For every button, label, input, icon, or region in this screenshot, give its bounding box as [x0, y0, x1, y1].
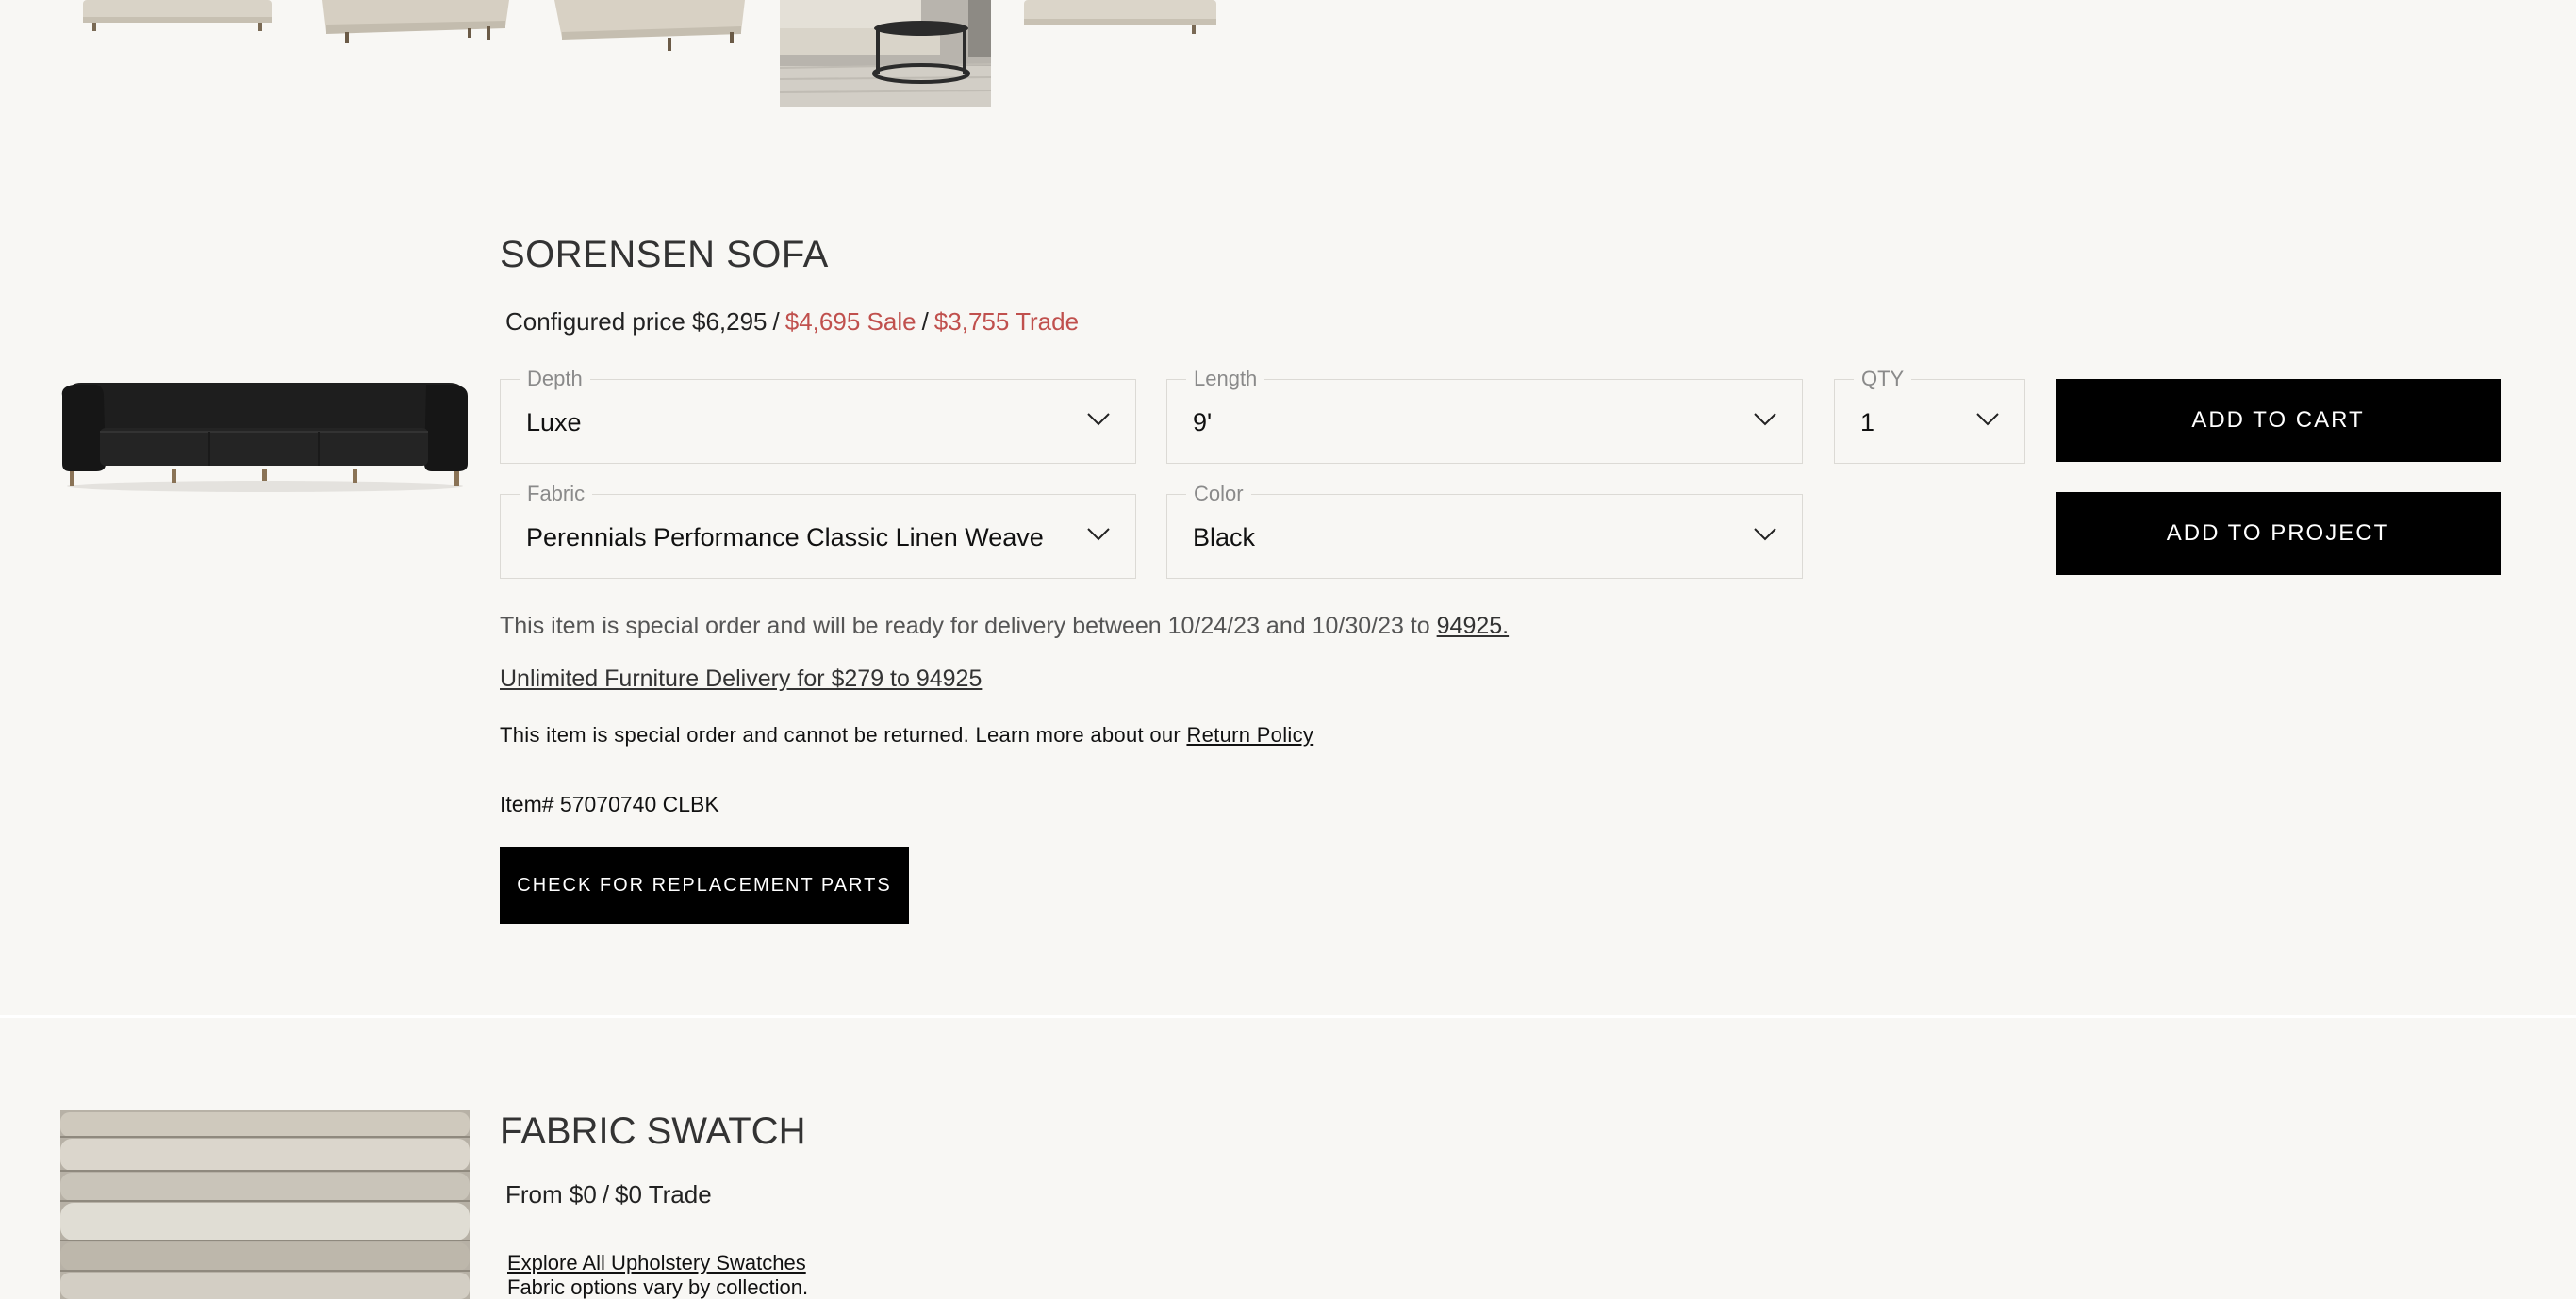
explore-swatches-link[interactable]: Explore All Upholstery Swatches	[507, 1251, 806, 1275]
thumbnail-sofa-back[interactable]	[1018, 0, 1222, 38]
chevron-down-icon	[1753, 412, 1777, 432]
length-label: Length	[1186, 367, 1265, 391]
returns-text: This item is special order and cannot be…	[500, 723, 1181, 747]
color-label: Color	[1186, 482, 1251, 506]
price-separator: /	[921, 307, 929, 336]
add-to-cart-button[interactable]: ADD TO CART	[2056, 379, 2501, 462]
add-to-project-button[interactable]: ADD TO PROJECT	[2056, 492, 2501, 575]
thumbnail-sofa-side[interactable]	[551, 0, 749, 53]
depth-select[interactable]: Depth Luxe	[500, 367, 1136, 464]
section-divider	[0, 1015, 2576, 1018]
sofa-image	[58, 377, 471, 501]
product-page: SORENSEN SOFA Configured price $6,295/$4…	[0, 0, 2576, 1299]
chevron-down-icon	[1753, 527, 1777, 547]
delivery-text: This item is special order and will be r…	[500, 613, 1430, 639]
delivery-info: This item is special order and will be r…	[500, 613, 1509, 640]
fabric-select[interactable]: Fabric Perennials Performance Classic Li…	[500, 482, 1136, 579]
fabric-value: Perennials Performance Classic Linen Wea…	[526, 523, 1044, 551]
configured-price: Configured price $6,295	[505, 307, 768, 336]
product-price: Configured price $6,295/$4,695 Sale / $3,7…	[505, 307, 1079, 337]
return-policy-link[interactable]: Return Policy	[1186, 723, 1313, 747]
color-select[interactable]: Color Black	[1166, 482, 1803, 579]
thumbnail-room-scene[interactable]	[780, 0, 991, 107]
unlimited-delivery-link[interactable]: Unlimited Furniture Delivery for $279 to…	[500, 666, 982, 693]
thumbnail-sofa-angle[interactable]	[317, 0, 513, 47]
product-title: SORENSEN SOFA	[500, 234, 829, 275]
returns-info: This item is special order and cannot be…	[500, 723, 1313, 748]
trade-price: $3,755 Trade	[933, 307, 1080, 336]
swatch-title: FABRIC SWATCH	[500, 1110, 806, 1152]
length-select[interactable]: Length 9'	[1166, 367, 1803, 464]
fabric-swatch-image	[60, 1110, 470, 1299]
qty-label: QTY	[1854, 367, 1912, 391]
chevron-down-icon	[1975, 412, 2000, 432]
depth-label: Depth	[520, 367, 590, 391]
price-separator: /	[772, 307, 780, 336]
thumbnail-sofa-front[interactable]	[75, 0, 283, 34]
qty-select[interactable]: QTY 1	[1834, 367, 2025, 464]
swatch-price: From $0/$0 Trade	[505, 1180, 712, 1209]
chevron-down-icon	[1086, 527, 1111, 547]
swatch-trade-price: $0 Trade	[615, 1180, 712, 1209]
qty-value: 1	[1860, 408, 1875, 436]
fabric-label: Fabric	[520, 482, 593, 506]
sale-price: $4,695 Sale	[784, 307, 916, 336]
depth-value: Luxe	[526, 408, 582, 436]
swatch-note: Fabric options vary by collection.	[507, 1275, 809, 1299]
swatch-from-price: From $0	[505, 1180, 597, 1209]
delivery-zip-link[interactable]: 94925.	[1437, 613, 1509, 639]
check-replacement-parts-button[interactable]: CHECK FOR REPLACEMENT PARTS	[500, 847, 909, 924]
length-value: 9'	[1193, 408, 1213, 436]
item-number: Item# 57070740 CLBK	[500, 792, 719, 816]
chevron-down-icon	[1086, 412, 1111, 432]
color-value: Black	[1193, 523, 1256, 551]
price-separator: /	[602, 1180, 610, 1209]
